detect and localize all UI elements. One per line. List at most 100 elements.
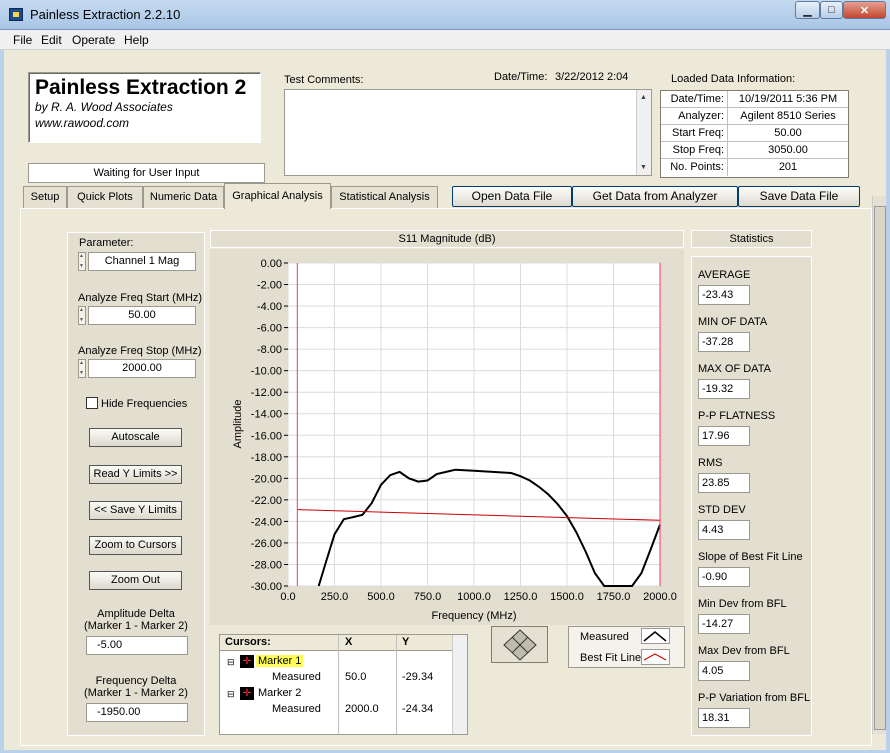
menu-help[interactable]: Help <box>124 33 149 47</box>
legend-measured-label: Measured <box>580 631 629 643</box>
stat-value: 18.31 <box>698 708 750 728</box>
cursor-header-name: Cursors: <box>225 636 271 648</box>
zoom-out-button[interactable]: Zoom Out <box>89 571 182 590</box>
loaded-data-label: Loaded Data Information: <box>671 73 796 85</box>
legend-measured-swatch <box>641 628 670 644</box>
collapse-icon[interactable]: ⊟ <box>227 657 235 668</box>
stat-value: -23.43 <box>698 285 750 305</box>
stat-label: P-P FLATNESS <box>698 410 776 422</box>
read-y-limits-button[interactable]: Read Y Limits >> <box>89 465 182 484</box>
tab-setup[interactable]: Setup <box>23 186 67 208</box>
legend-bestfit-swatch <box>641 649 670 665</box>
scrollbar-thumb[interactable] <box>874 206 886 730</box>
chart-legend: Measured Best Fit Line <box>568 626 685 668</box>
status-text: Waiting for User Input <box>93 167 200 179</box>
cursor-row-sub: Measured <box>272 671 321 683</box>
amplitude-delta-label: Amplitude Delta <box>97 608 175 620</box>
cursor-marker-1[interactable]: Marker 1 <box>256 655 304 667</box>
close-icon: ✕ <box>859 4 870 17</box>
x-tick-label: 250.0 <box>321 591 349 603</box>
parameter-spinner[interactable] <box>78 252 86 271</box>
parameter-field[interactable]: Channel 1 Mag <box>88 252 196 271</box>
stat-label: Min Dev from BFL <box>698 598 787 610</box>
tab-quick-plots[interactable]: Quick Plots <box>67 186 143 208</box>
hide-frequencies-checkbox[interactable] <box>86 397 98 409</box>
cursor-row-x: 50.0 <box>345 671 367 683</box>
window-title: Painless Extraction 2.2.10 <box>30 7 181 22</box>
scroll-up-icon[interactable]: ▲ <box>640 94 647 101</box>
collapse-icon[interactable]: ⊟ <box>227 689 235 700</box>
y-tick-label: -2.00 <box>257 280 282 292</box>
menu-operate[interactable]: Operate <box>72 33 115 47</box>
title-bar[interactable]: Painless Extraction 2.2.10 ▁ □ ✕ <box>0 0 890 30</box>
loaded-value: 50.00 <box>774 127 802 139</box>
stat-value: 17.96 <box>698 426 750 446</box>
cursor-row-y: -29.34 <box>402 671 434 683</box>
cursor-table-scrollbar[interactable] <box>452 635 467 734</box>
menu-edit[interactable]: Edit <box>41 33 62 47</box>
loaded-key: No. Points: <box>661 159 728 176</box>
cursor-row-y: -24.34 <box>402 703 434 715</box>
crosshair-icon: ✛ <box>240 655 254 668</box>
zoom-to-cursors-button[interactable]: Zoom to Cursors <box>89 536 182 555</box>
open-data-file-button[interactable]: Open Data File <box>452 186 572 207</box>
freq-stop-field[interactable]: 2000.00 <box>88 359 196 378</box>
stat-value: 23.85 <box>698 473 750 493</box>
frequency-delta-sublabel: (Marker 1 - Marker 2) <box>84 687 188 699</box>
y-tick-label: -24.00 <box>251 516 282 528</box>
get-data-from-analyzer-button[interactable]: Get Data from Analyzer <box>572 186 738 207</box>
freq-start-spinner[interactable] <box>78 306 86 325</box>
window-scrollbar[interactable] <box>872 196 886 734</box>
freq-start-field[interactable]: 50.00 <box>88 306 196 325</box>
y-tick-label: -4.00 <box>257 301 282 313</box>
stat-label: MAX OF DATA <box>698 363 771 375</box>
loaded-key: Analyzer: <box>661 108 728 125</box>
scroll-down-icon[interactable]: ▼ <box>640 164 647 171</box>
loaded-key: Stop Freq: <box>661 142 728 159</box>
tab-statistical-analysis[interactable]: Statistical Analysis <box>331 186 438 208</box>
x-axis-label: Frequency (MHz) <box>432 610 517 622</box>
cursor-marker-2[interactable]: Marker 2 <box>258 687 301 699</box>
frequency-delta-label: Frequency Delta <box>95 675 177 687</box>
y-tick-label: -22.00 <box>251 495 282 507</box>
y-tick-label: -6.00 <box>257 323 282 335</box>
stat-value: 4.05 <box>698 661 750 681</box>
stat-value: -19.32 <box>698 379 750 399</box>
cursor-row-sub: Measured <box>272 703 321 715</box>
x-tick-label: 1000.0 <box>457 591 491 603</box>
frequency-delta-value: -1950.00 <box>86 703 188 722</box>
maximize-button[interactable]: □ <box>820 1 843 19</box>
parameter-label: Parameter: <box>79 237 134 249</box>
graph-title: S11 Magnitude (dB) <box>210 230 684 248</box>
autoscale-button[interactable]: Autoscale <box>89 428 182 447</box>
x-tick-label: 1500.0 <box>550 591 584 603</box>
y-tick-label: -14.00 <box>251 409 282 421</box>
minimize-button[interactable]: ▁ <box>795 1 820 19</box>
cursor-move-pad[interactable] <box>491 626 548 663</box>
loaded-key: Date/Time: <box>661 91 728 108</box>
save-data-file-button[interactable]: Save Data File <box>738 186 860 207</box>
y-tick-label: -28.00 <box>251 559 282 571</box>
stat-label: Slope of Best Fit Line <box>698 551 803 563</box>
amplitude-delta-value: -5.00 <box>86 636 188 655</box>
loaded-value: 201 <box>778 161 798 173</box>
comments-scrollbar[interactable]: ▲ ▼ <box>636 90 651 175</box>
menu-file[interactable]: File <box>13 33 32 47</box>
datetime-label: Date/Time: <box>494 71 548 83</box>
s11-magnitude-chart[interactable]: 0.0 250.0 500.0 750.0 1000.0 1250.0 1500.0 1750… <box>210 249 684 625</box>
minimize-icon: ▁ <box>803 4 812 17</box>
y-tick-label: -12.00 <box>251 387 282 399</box>
amplitude-delta-sublabel: (Marker 1 - Marker 2) <box>84 620 188 632</box>
legend-bestfit-label: Best Fit Line <box>580 652 642 664</box>
stat-value: 4.43 <box>698 520 750 540</box>
y-tick-label: -10.00 <box>251 366 282 378</box>
hide-frequencies-label: Hide Frequencies <box>101 398 188 410</box>
freq-stop-spinner[interactable] <box>78 359 86 378</box>
close-button[interactable]: ✕ <box>843 1 886 19</box>
cursor-table[interactable]: Cursors: X Y ⊟ ✛ Marker 1 Measured 50.0 … <box>219 634 468 735</box>
tab-graphical-analysis[interactable]: Graphical Analysis <box>224 183 331 209</box>
stat-label: P-P Variation from BFL <box>698 692 811 704</box>
test-comments-textarea[interactable]: ▲ ▼ <box>284 89 652 176</box>
save-y-limits-button[interactable]: << Save Y Limits <box>89 501 182 520</box>
tab-numeric-data[interactable]: Numeric Data <box>143 186 224 208</box>
